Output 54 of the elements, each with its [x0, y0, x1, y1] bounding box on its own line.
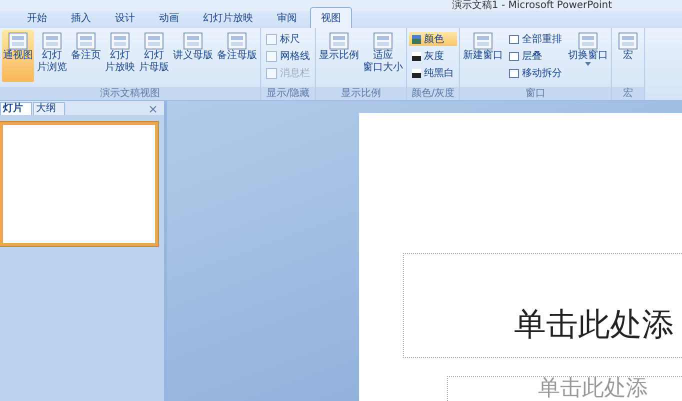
- window-button[interactable]: 全部重排: [506, 32, 565, 46]
- subtitle-placeholder-text: 单击此处添: [538, 377, 648, 401]
- title-placeholder-text: 单击此处添: [514, 304, 674, 345]
- group-label: 显示比例: [316, 87, 406, 100]
- slide-icon: [473, 32, 493, 50]
- slide-icon: [8, 32, 28, 50]
- ribbon-button[interactable]: 幻灯 片母版: [138, 30, 170, 82]
- color-mode-button[interactable]: 颜色: [409, 32, 457, 46]
- checkbox[interactable]: 网格线: [263, 49, 313, 63]
- ribbon-tab[interactable]: 幻灯片放映: [192, 7, 264, 28]
- slide-icon: [183, 32, 203, 50]
- ribbon-button[interactable]: 显示比例: [318, 30, 360, 82]
- slide-icon: [578, 32, 598, 50]
- window-button[interactable]: 层叠: [506, 49, 565, 63]
- color-mode-button[interactable]: 纯黑白: [409, 66, 457, 80]
- ribbon-button[interactable]: 适应 窗口大小: [362, 30, 404, 82]
- ribbon-tab[interactable]: 开始: [16, 7, 58, 28]
- group-label: 显示/隐藏: [261, 87, 315, 100]
- color-mode-button[interactable]: 灰度: [409, 49, 457, 63]
- window-button[interactable]: 移动拆分: [506, 66, 565, 80]
- ribbon-button[interactable]: 新建窗口: [462, 30, 504, 82]
- checkbox[interactable]: 标尺: [263, 32, 313, 46]
- ribbon-button[interactable]: 讲义母版: [172, 30, 214, 82]
- ribbon-button[interactable]: 幻灯 片放映: [104, 30, 136, 82]
- group-label: 窗口: [460, 87, 611, 100]
- slide-thumbnail[interactable]: [0, 122, 158, 246]
- ribbon-tab[interactable]: 审阅: [266, 7, 308, 28]
- slide-icon: [227, 32, 247, 50]
- ribbon-button[interactable]: 幻灯 片浏览: [36, 30, 68, 82]
- swatch-icon: [412, 34, 421, 44]
- slide-icon: [42, 32, 62, 50]
- slide-icon: [76, 32, 96, 50]
- ribbon-button[interactable]: 备注页: [70, 30, 102, 82]
- pane-tab[interactable]: 灯片: [0, 102, 32, 115]
- ribbon-button[interactable]: 切换窗口: [567, 30, 609, 82]
- slide-icon: [373, 32, 393, 50]
- ribbon-tab[interactable]: 插入: [60, 7, 102, 28]
- slide-icon: [618, 32, 638, 50]
- swatch-icon: [412, 68, 421, 78]
- group-label: 颜色/灰度: [407, 87, 459, 100]
- group-label: 演示文稿视图: [0, 87, 260, 100]
- ribbon-button[interactable]: 通视图: [2, 30, 34, 82]
- ribbon-button[interactable]: 备注母版: [216, 30, 258, 82]
- slide-icon: [110, 32, 130, 50]
- slide-icon: [329, 32, 349, 50]
- slide-icon: [144, 32, 164, 50]
- title-placeholder[interactable]: 单击此处添: [403, 253, 682, 358]
- swatch-icon: [412, 52, 421, 60]
- ribbon-tab[interactable]: 视图: [310, 7, 352, 28]
- ribbon-tab[interactable]: 动画: [148, 7, 190, 28]
- pane-tab[interactable]: 大纲: [33, 102, 65, 115]
- ribbon-button[interactable]: 宏: [614, 30, 642, 82]
- group-label: 宏: [612, 87, 644, 100]
- ribbon-tab[interactable]: 设计: [104, 7, 146, 28]
